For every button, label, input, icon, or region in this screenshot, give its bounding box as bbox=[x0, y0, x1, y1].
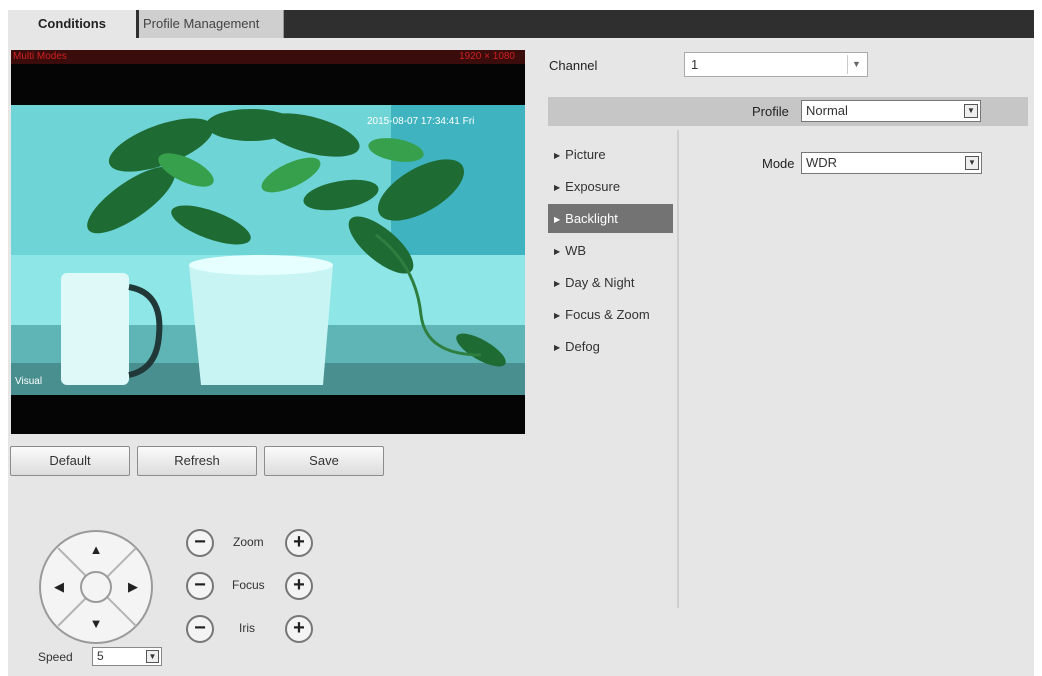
menu-item-label: Defog bbox=[565, 339, 600, 354]
speed-value: 5 bbox=[97, 649, 104, 663]
mode-select[interactable]: WDR ▼ bbox=[801, 152, 982, 174]
triangle-right-icon: ▶ bbox=[554, 247, 561, 256]
menu-item-label: Focus & Zoom bbox=[565, 307, 650, 322]
menu-item-picture[interactable]: ▶ Picture bbox=[548, 140, 673, 169]
triangle-right-icon: ▶ bbox=[554, 279, 561, 288]
video-channel-label: Visual bbox=[15, 376, 43, 387]
iris-close-button[interactable]: − bbox=[186, 615, 214, 643]
speed-select[interactable]: 5 ▼ bbox=[92, 647, 162, 666]
video-mode-label: Multi Modes bbox=[13, 51, 67, 62]
camera-frame-image bbox=[11, 105, 525, 395]
focus-label: Focus bbox=[232, 578, 265, 592]
save-button[interactable]: Save bbox=[264, 446, 384, 476]
menu-item-label: Picture bbox=[565, 147, 606, 162]
menu-divider bbox=[677, 130, 679, 608]
arrow-down-icon[interactable]: ▼ bbox=[88, 616, 104, 632]
iris-label: Iris bbox=[239, 621, 255, 635]
default-button[interactable]: Default bbox=[10, 446, 130, 476]
video-timestamp: 2015-08-07 17:34:41 Fri bbox=[367, 116, 475, 127]
mode-value: WDR bbox=[806, 155, 838, 170]
channel-select[interactable]: 1 ▼ bbox=[684, 52, 868, 77]
triangle-right-icon: ▶ bbox=[554, 311, 561, 320]
menu-item-label: Day & Night bbox=[565, 275, 635, 290]
chevron-down-icon[interactable]: ▼ bbox=[964, 104, 978, 118]
zoom-label: Zoom bbox=[233, 535, 264, 549]
triangle-right-icon: ▶ bbox=[554, 183, 561, 192]
tab-profile-management[interactable]: Profile Management bbox=[139, 10, 284, 38]
tab-conditions[interactable]: Conditions bbox=[8, 10, 136, 38]
channel-label: Channel bbox=[549, 58, 598, 73]
triangle-right-icon: ▶ bbox=[554, 151, 561, 160]
focus-out-button[interactable]: − bbox=[186, 572, 214, 600]
menu-item-exposure[interactable]: ▶ Exposure bbox=[548, 172, 673, 201]
triangle-right-icon: ▶ bbox=[554, 215, 561, 224]
chevron-down-icon[interactable]: ▼ bbox=[965, 156, 979, 170]
chevron-down-icon[interactable]: ▼ bbox=[146, 650, 159, 663]
ptz-center-button[interactable] bbox=[80, 571, 112, 603]
ptz-direction-pad[interactable]: ▲ ▼ ◀ ▶ bbox=[39, 530, 153, 644]
profile-select[interactable]: Normal ▼ bbox=[801, 100, 981, 122]
video-preview: Multi Modes 1920 × 1080 2015-08-07 17:34… bbox=[11, 50, 525, 434]
arrow-up-icon[interactable]: ▲ bbox=[88, 542, 104, 558]
iris-open-button[interactable]: + bbox=[285, 615, 313, 643]
menu-item-label: WB bbox=[565, 243, 587, 258]
menu-item-wb[interactable]: ▶ WB bbox=[548, 236, 673, 265]
menu-item-label: Exposure bbox=[565, 179, 621, 194]
arrow-right-icon[interactable]: ▶ bbox=[125, 579, 141, 595]
triangle-right-icon: ▶ bbox=[554, 343, 561, 352]
zoom-in-button[interactable]: + bbox=[285, 529, 313, 557]
chevron-down-icon[interactable]: ▼ bbox=[847, 55, 865, 74]
mode-label: Mode bbox=[762, 156, 795, 171]
menu-item-backlight[interactable]: ▶ Backlight bbox=[548, 204, 673, 233]
settings-panel: Conditions Profile Management Multi Mode… bbox=[8, 10, 1034, 676]
channel-value: 1 bbox=[691, 57, 699, 72]
video-header-bar: Multi Modes 1920 × 1080 bbox=[11, 50, 525, 64]
menu-item-focus-zoom[interactable]: ▶ Focus & Zoom bbox=[548, 300, 673, 329]
profile-value: Normal bbox=[806, 103, 848, 118]
focus-in-button[interactable]: + bbox=[285, 572, 313, 600]
speed-label: Speed bbox=[38, 650, 73, 664]
menu-item-defog[interactable]: ▶ Defog bbox=[548, 332, 673, 361]
refresh-button[interactable]: Refresh bbox=[137, 446, 257, 476]
arrow-left-icon[interactable]: ◀ bbox=[51, 579, 67, 595]
menu-item-day-night[interactable]: ▶ Day & Night bbox=[548, 268, 673, 297]
zoom-out-button[interactable]: − bbox=[186, 529, 214, 557]
profile-bar: Profile Normal ▼ bbox=[548, 97, 1028, 126]
tab-bar: Conditions Profile Management bbox=[8, 10, 1034, 38]
profile-label: Profile bbox=[752, 104, 789, 119]
menu-item-label: Backlight bbox=[565, 211, 618, 226]
video-resolution-label: 1920 × 1080 bbox=[459, 51, 515, 62]
